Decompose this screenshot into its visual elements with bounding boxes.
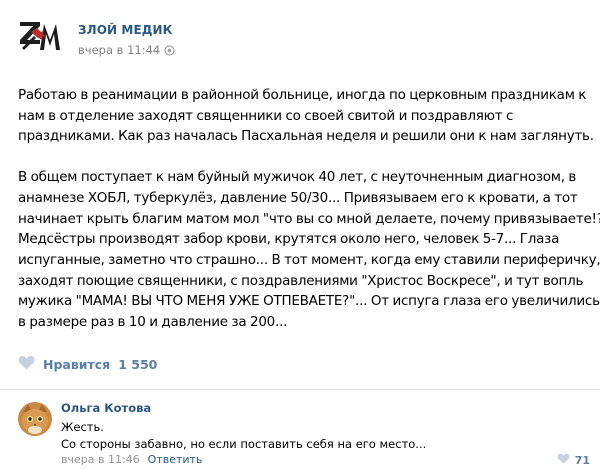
text-line: заходят поющие священники, с поздравлени…: [18, 272, 584, 289]
text-line: испуганные, заметно что страшно... В тот…: [18, 251, 600, 268]
post-paragraph-2: В общем поступает к нам буйный мужичок 4…: [18, 167, 600, 333]
heart-icon: [18, 355, 35, 374]
heart-icon: [557, 453, 570, 467]
comment-line: Жесть.: [61, 420, 104, 434]
logo-icon[interactable]: [18, 18, 64, 60]
text-line: Работаю в реанимации в районной больнице…: [18, 87, 587, 103]
divider: [0, 389, 600, 390]
text-line: мужика "МАМА! ВЫ ЧТО МЕНЯ УЖЕ ОТПЕВАЕТЕ?…: [18, 293, 600, 310]
likes-label: Нравится: [43, 356, 111, 372]
likes-count: 1 550: [118, 356, 158, 372]
text-line: праздниками. Как раз началась Пасхальная…: [18, 128, 594, 145]
post-text: Работаю в реанимации в районной больнице…: [18, 85, 600, 353]
reply-button[interactable]: Ответить: [148, 453, 203, 466]
text-line: начинает крыть благим матом мол "что вы …: [18, 210, 600, 227]
post-time[interactable]: вчера в 11:44: [78, 43, 160, 57]
post-header: ЗЛОЙ МЕДИК вчера в 11:44: [18, 18, 578, 68]
comment-text: Жесть. Со стороны забавно, но если поста…: [61, 419, 426, 453]
text-line: Медсёстры производят забор крови, крутят…: [18, 231, 560, 248]
comment-time[interactable]: вчера в 11:46: [61, 453, 140, 466]
post-meta: вчера в 11:44: [78, 43, 175, 57]
text-line: В общем поступает к нам буйный мужичок 4…: [18, 169, 577, 186]
comment-line: Со стороны забавно, но если поставить се…: [61, 437, 427, 451]
comment: Ольга Котова Жесть. Со стороны забавно, …: [18, 398, 590, 468]
eye-icon: [164, 44, 175, 56]
comment-author[interactable]: Ольга Котова: [61, 401, 151, 415]
post-author[interactable]: ЗЛОЙ МЕДИК: [78, 23, 173, 37]
cat-avatar[interactable]: [18, 402, 52, 436]
comment-like-button[interactable]: 71: [557, 453, 590, 467]
text-line: нам в отделение заходят священники со св…: [18, 107, 514, 124]
text-line: анамнезе ХОБЛ, туберкулёз, давление 50/3…: [18, 189, 578, 206]
text-line: в размере раз в 10 и давление за 200...: [18, 314, 288, 331]
comment-meta: вчера в 11:46 Ответить: [61, 453, 202, 466]
like-button[interactable]: Нравится 1 550: [18, 350, 157, 378]
post-paragraph-1: Работаю в реанимации в районной больнице…: [18, 85, 594, 147]
comment-likes-count: 71: [574, 453, 590, 467]
